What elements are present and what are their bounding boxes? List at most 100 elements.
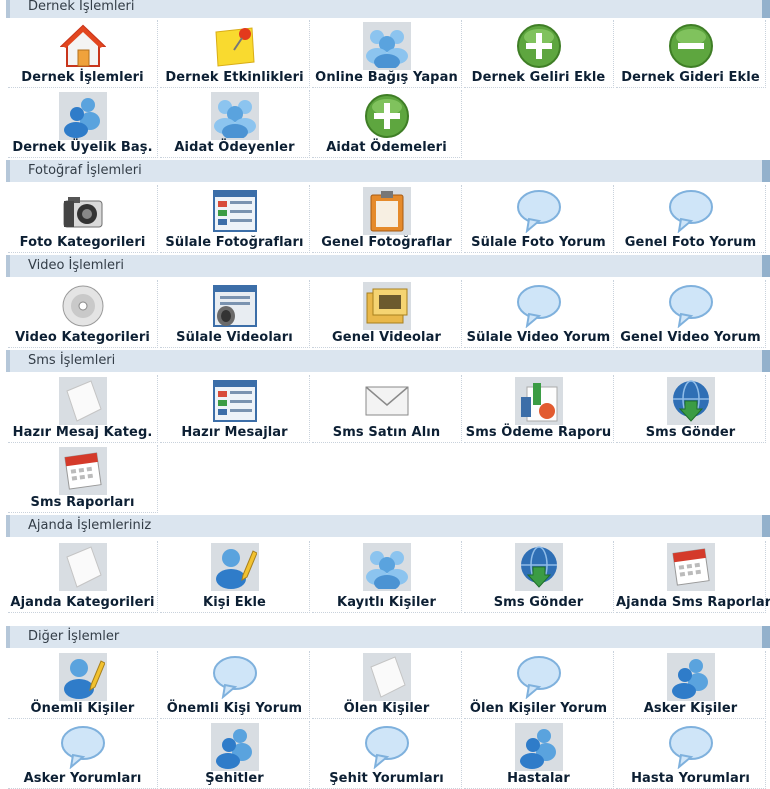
camera-icon xyxy=(59,187,107,235)
tile-label: Asker Yorumları xyxy=(23,771,142,786)
paper-sheet-icon xyxy=(59,543,107,591)
tile-label: Hazır Mesaj Kateg. xyxy=(12,425,153,440)
section-title: Video İşlemleri xyxy=(28,258,125,273)
home-icon xyxy=(59,22,107,70)
tile-label: Video Kategorileri xyxy=(15,330,150,345)
tile-ajanda-kategorileri[interactable]: Ajanda Kategorileri xyxy=(8,541,158,613)
tile-sms-satin-alin[interactable]: Sms Satın Alın xyxy=(312,375,462,443)
tile-label: Sülale Videoları xyxy=(176,330,293,345)
tile-kisi-ekle[interactable]: Kişi Ekle xyxy=(160,541,310,613)
tile-onemli-kisiler[interactable]: Önemli Kişiler xyxy=(8,651,158,719)
tile-dernek-etkinlikleri[interactable]: Dernek Etkinlikleri xyxy=(160,20,310,88)
tile-sulale-video-yorum[interactable]: Sülale Video Yorum xyxy=(464,280,614,348)
tile-label: Ajanda Sms Raporları xyxy=(616,595,770,610)
tile-kayitli-kisiler[interactable]: Kayıtlı Kişiler xyxy=(312,541,462,613)
tile-genel-video-yorum[interactable]: Genel Video Yorum xyxy=(616,280,766,348)
globe-download-icon xyxy=(667,377,715,425)
tile-label: Ölen Kişiler Yorum xyxy=(469,701,608,716)
tile-foto-kategorileri[interactable]: Foto Kategorileri xyxy=(8,185,158,253)
tile-sms-raporlari[interactable]: Sms Raporları xyxy=(8,445,158,513)
user-edit-icon xyxy=(59,653,107,701)
users-group-icon xyxy=(363,22,411,70)
tile-olen-kisiler-yorum[interactable]: Ölen Kişiler Yorum xyxy=(464,651,614,719)
users-pair-icon xyxy=(667,653,715,701)
calendar-icon xyxy=(59,447,107,495)
tile-aidat-odeyenler[interactable]: Aidat Ödeyenler xyxy=(160,90,310,158)
tile-genel-videolar[interactable]: Genel Videolar xyxy=(312,280,462,348)
tile-label: Sms Gönder xyxy=(645,425,736,440)
users-pair-icon xyxy=(211,723,259,771)
tile-label: Dernek Geliri Ekle xyxy=(471,70,606,85)
section-header-dernek: Dernek İşlemleri xyxy=(6,0,770,18)
tile-genel-fotograflar[interactable]: Genel Fotoğraflar xyxy=(312,185,462,253)
tile-label: Dernek Gideri Ekle xyxy=(621,70,760,85)
section-title: Dernek İşlemleri xyxy=(28,0,135,14)
tile-label: Hastalar xyxy=(507,771,570,786)
tile-sehitler[interactable]: Şehitler xyxy=(160,721,310,789)
speech-bubble-icon xyxy=(515,653,563,701)
tile-dernek-gideri-ekle[interactable]: Dernek Gideri Ekle xyxy=(616,20,766,88)
tile-label: Genel Fotoğraflar xyxy=(321,235,452,250)
tile-label: Aidat Ödeyenler xyxy=(174,140,295,155)
speech-bubble-icon xyxy=(515,187,563,235)
section-header-sms: Sms İşlemleri xyxy=(6,350,770,372)
tile-hazir-mesaj-kateg[interactable]: Hazır Mesaj Kateg. xyxy=(8,375,158,443)
speech-bubble-icon xyxy=(667,187,715,235)
tile-onemli-kisi-yorum[interactable]: Önemli Kişi Yorum xyxy=(160,651,310,719)
tile-dernek-uyelik-bas[interactable]: Dernek Üyelik Baş. xyxy=(8,90,158,158)
tile-sulale-foto-yorum[interactable]: Sülale Foto Yorum xyxy=(464,185,614,253)
tile-label: Ölen Kişiler xyxy=(343,701,430,716)
tile-label: Asker Kişiler xyxy=(643,701,738,716)
tile-dernek-islemleri[interactable]: Dernek İşlemleri xyxy=(8,20,158,88)
tile-online-bagis-yapan[interactable]: Online Bağış Yapan xyxy=(312,20,462,88)
tile-sms-gonder[interactable]: Sms Gönder xyxy=(616,375,766,443)
film-folder-icon xyxy=(363,282,411,330)
tile-label: Sülale Video Yorum xyxy=(466,330,611,345)
tile-label: Kayıtlı Kişiler xyxy=(337,595,436,610)
tile-label: Dernek Etkinlikleri xyxy=(165,70,304,85)
tile-hazir-mesajlar[interactable]: Hazır Mesajlar xyxy=(160,375,310,443)
globe-download-icon xyxy=(515,543,563,591)
tile-label: Aidat Ödemeleri xyxy=(326,140,447,155)
tile-hastalar[interactable]: Hastalar xyxy=(464,721,614,789)
speech-bubble-icon xyxy=(211,653,259,701)
cd-disc-icon xyxy=(59,282,107,330)
section-title: Sms İşlemleri xyxy=(28,353,116,368)
tile-ajanda-sms-raporlari[interactable]: Ajanda Sms Raporları xyxy=(616,541,770,613)
tile-olen-kisiler[interactable]: Ölen Kişiler xyxy=(312,651,462,719)
section-header-diger: Diğer İşlemler xyxy=(6,626,770,648)
tile-sehit-yorumlari[interactable]: Şehit Yorumları xyxy=(312,721,462,789)
tile-genel-foto-yorum[interactable]: Genel Foto Yorum xyxy=(616,185,766,253)
tile-video-kategorileri[interactable]: Video Kategorileri xyxy=(8,280,158,348)
envelope-icon xyxy=(363,377,411,425)
tile-sulale-fotograflari[interactable]: Sülale Fotoğrafları xyxy=(160,185,310,253)
tile-label: Sülale Foto Yorum xyxy=(471,235,606,250)
sticky-note-pin-icon xyxy=(211,22,259,70)
user-edit-icon xyxy=(211,543,259,591)
tile-label: Sms Raporları xyxy=(30,495,135,510)
speech-bubble-icon xyxy=(515,282,563,330)
tile-label: Sms Ödeme Raporu xyxy=(465,425,612,440)
tile-label: Hazır Mesajlar xyxy=(181,425,288,440)
tile-label: Önemli Kişiler xyxy=(30,701,135,716)
tile-sulale-videolari[interactable]: Sülale Videoları xyxy=(160,280,310,348)
minus-circle-icon xyxy=(667,22,715,70)
users-group-icon xyxy=(211,92,259,140)
tile-label: Sms Satın Alın xyxy=(332,425,441,440)
tile-label: Şehitler xyxy=(205,771,264,786)
tile-sms-odeme-raporu[interactable]: Sms Ödeme Raporu xyxy=(464,375,614,443)
speech-bubble-icon xyxy=(59,723,107,771)
calendar-icon xyxy=(667,543,715,591)
tile-label: Genel Video Yorum xyxy=(620,330,761,345)
tile-asker-kisiler[interactable]: Asker Kişiler xyxy=(616,651,766,719)
video-speaker-icon xyxy=(211,282,259,330)
tile-sms-gonder[interactable]: Sms Gönder xyxy=(464,541,614,613)
section-title: Fotoğraf İşlemleri xyxy=(28,163,142,178)
tile-asker-yorumlari[interactable]: Asker Yorumları xyxy=(8,721,158,789)
users-group-icon xyxy=(363,543,411,591)
tile-aidat-odemeleri[interactable]: Aidat Ödemeleri xyxy=(312,90,462,158)
tile-dernek-geliri-ekle[interactable]: Dernek Geliri Ekle xyxy=(464,20,614,88)
tile-hasta-yorumlari[interactable]: Hasta Yorumları xyxy=(616,721,766,789)
tile-label: Dernek İşlemleri xyxy=(21,70,144,85)
section-title: Ajanda İşlemleriniz xyxy=(28,518,152,533)
